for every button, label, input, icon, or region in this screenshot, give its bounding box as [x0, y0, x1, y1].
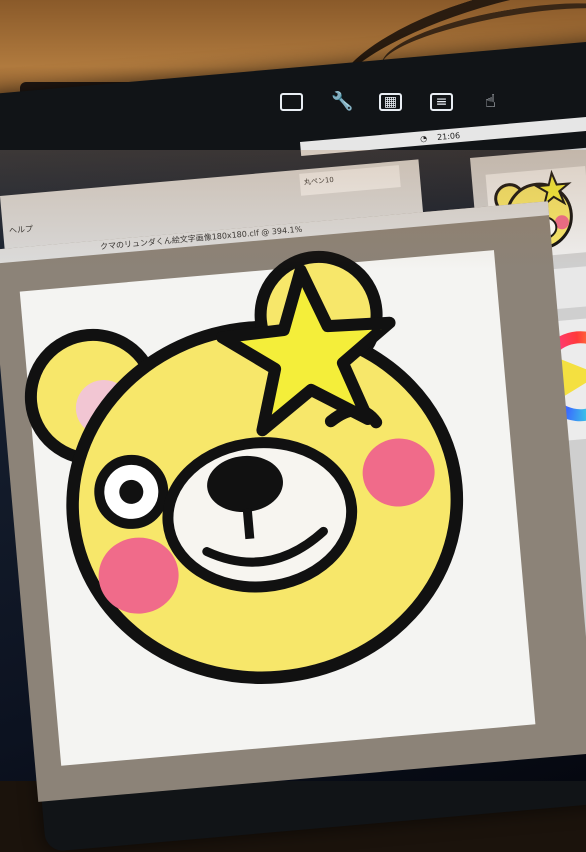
mouth-line	[242, 508, 255, 540]
bear-artwork	[24, 250, 464, 684]
